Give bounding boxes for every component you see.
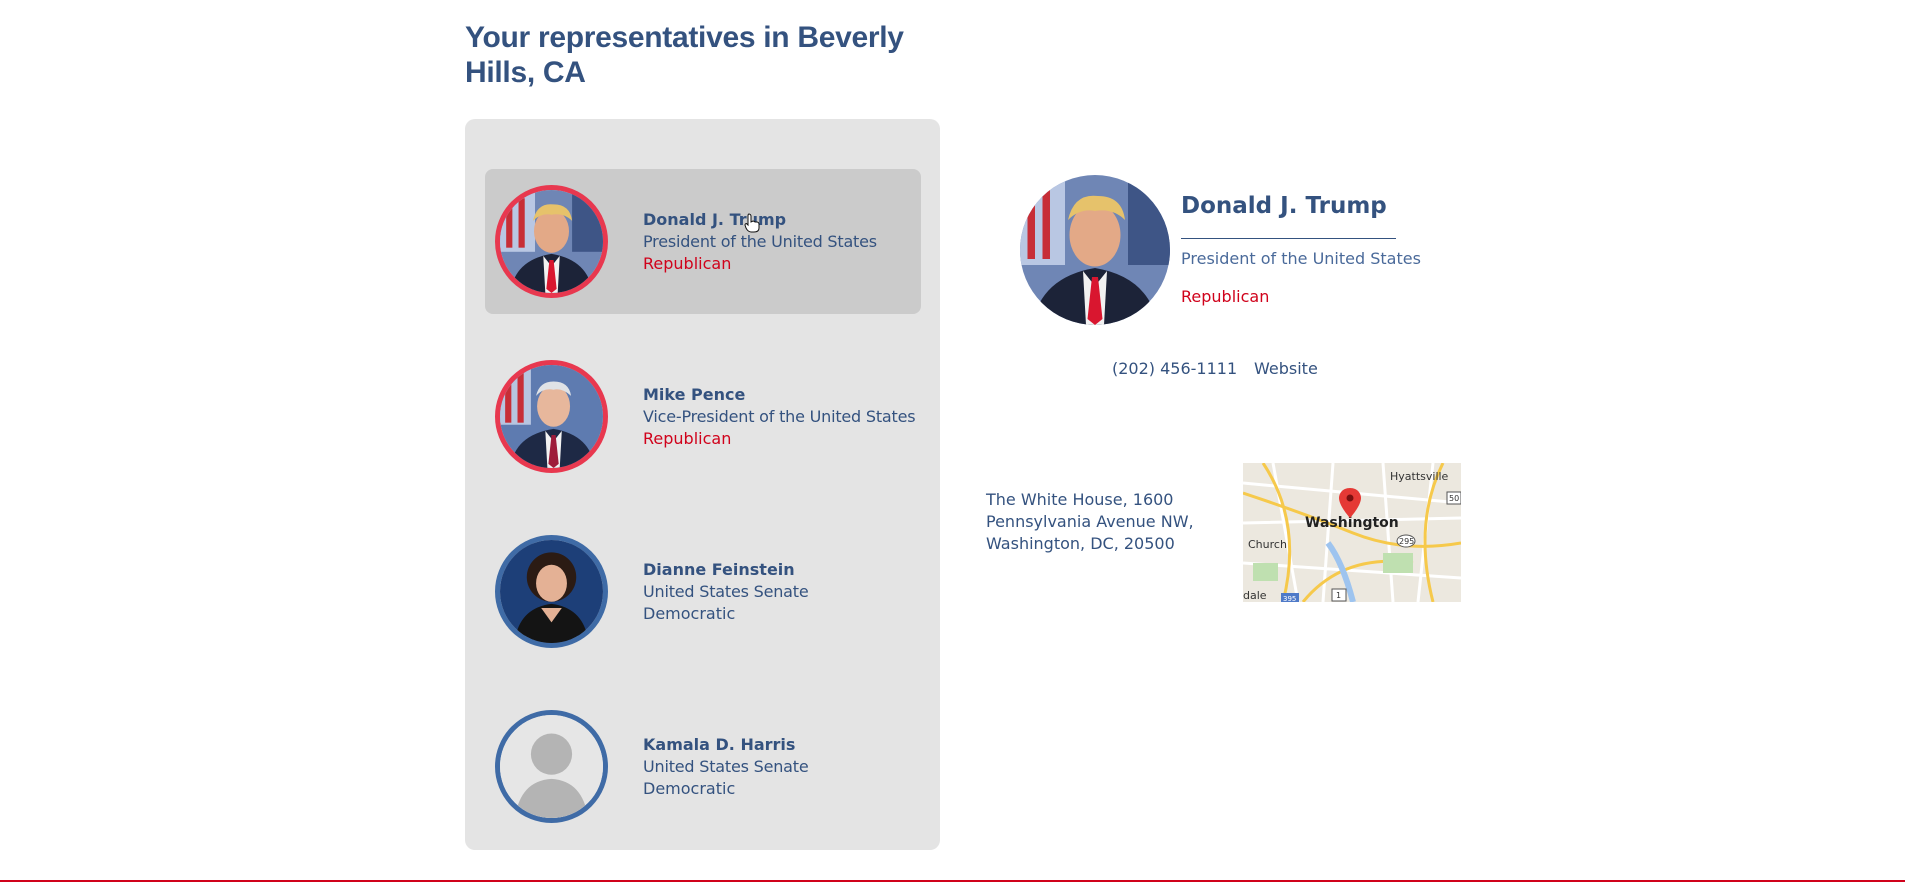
office-map[interactable]: Hyattsville Washington Church dale 295 5… xyxy=(1243,463,1461,602)
map-image: Hyattsville Washington Church dale 295 5… xyxy=(1243,463,1461,602)
rep-name: Mike Pence xyxy=(643,385,746,404)
rep-office: President of the United States xyxy=(643,232,877,251)
page-title: Your representatives in Beverly Hills, C… xyxy=(465,21,904,89)
route-shield: 295 xyxy=(1399,537,1414,546)
map-city-label: Washington xyxy=(1305,515,1399,531)
rep-party: Republican xyxy=(643,429,732,448)
office-address: The White House, 1600 Pennsylvania Avenu… xyxy=(986,490,1194,553)
avatar xyxy=(495,185,608,298)
placeholder-person-icon xyxy=(500,715,603,818)
rep-office: United States Senate xyxy=(643,757,809,776)
detail-office: President of the United States xyxy=(1181,249,1421,268)
avatar xyxy=(495,535,608,648)
rep-party: Democratic xyxy=(643,779,736,798)
page: Your representatives in Beverly Hills, C… xyxy=(0,0,1905,885)
map-label: dale xyxy=(1243,589,1267,602)
footer-divider xyxy=(0,880,1905,882)
feinstein-photo-icon xyxy=(500,540,603,643)
rep-party: Republican xyxy=(643,254,732,273)
detail-party: Republican xyxy=(1181,287,1270,306)
rep-info: Dianne Feinstein United States Senate De… xyxy=(643,559,809,625)
map-label: Church xyxy=(1248,538,1287,551)
divider xyxy=(1181,238,1396,239)
avatar xyxy=(495,710,608,823)
rep-card-pence[interactable]: Mike Pence Vice-President of the United … xyxy=(485,344,921,489)
trump-photo-icon xyxy=(1020,175,1170,325)
rep-party: Democratic xyxy=(643,604,736,623)
map-label: Hyattsville xyxy=(1390,470,1449,483)
rep-office: Vice-President of the United States xyxy=(643,407,916,426)
rep-card-trump[interactable]: Donald J. Trump President of the United … xyxy=(485,169,921,314)
rep-card-feinstein[interactable]: Dianne Feinstein United States Senate De… xyxy=(485,519,921,664)
rep-name: Dianne Feinstein xyxy=(643,560,795,579)
website-link[interactable]: Website xyxy=(1254,359,1318,378)
rep-office: United States Senate xyxy=(643,582,809,601)
rep-card-harris[interactable]: Kamala D. Harris United States Senate De… xyxy=(485,694,921,839)
phone-link[interactable]: (202) 456-1111 xyxy=(1112,359,1237,378)
rep-info: Kamala D. Harris United States Senate De… xyxy=(643,734,809,800)
trump-photo-icon xyxy=(500,190,603,293)
route-shield: 50 xyxy=(1449,494,1459,503)
rep-name: Kamala D. Harris xyxy=(643,735,796,754)
detail-name: Donald J. Trump xyxy=(1181,193,1387,219)
rep-info: Mike Pence Vice-President of the United … xyxy=(643,384,916,450)
hand-cursor-icon xyxy=(744,213,760,233)
route-shield: 1 xyxy=(1336,591,1341,600)
pence-photo-icon xyxy=(500,365,603,468)
avatar xyxy=(495,360,608,473)
representatives-list: Donald J. Trump President of the United … xyxy=(465,119,940,850)
route-shield: 395 xyxy=(1283,595,1296,602)
detail-photo xyxy=(1020,175,1170,325)
